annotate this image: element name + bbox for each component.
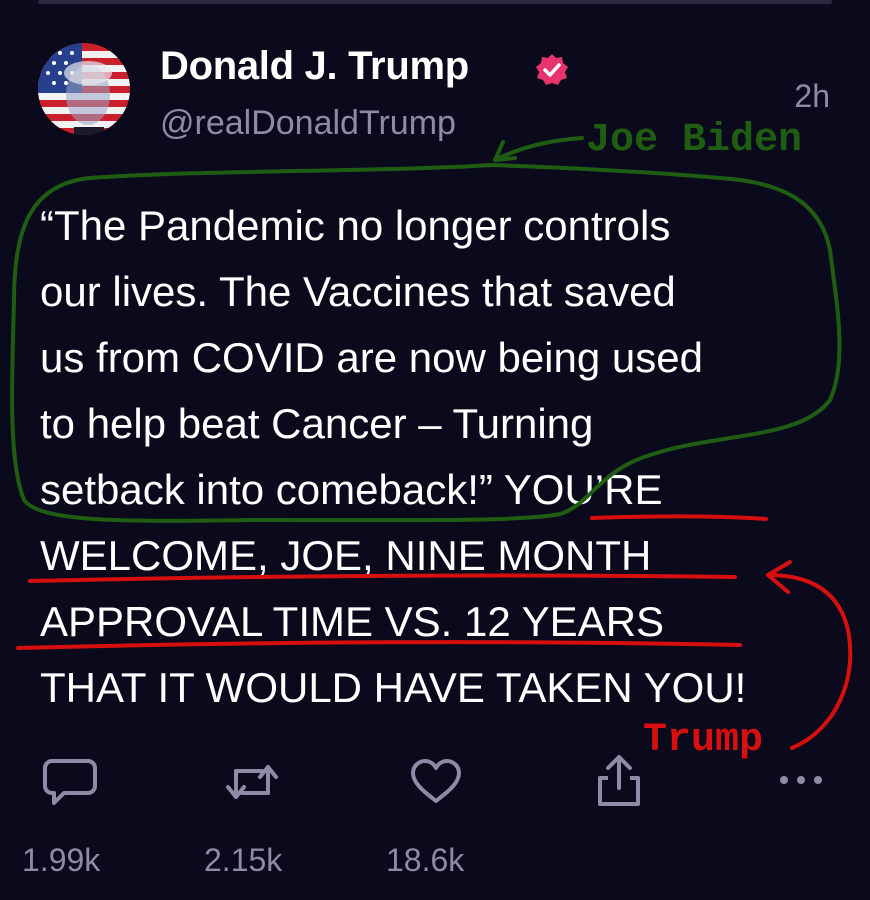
post-line: THAT IT WOULD HAVE TAKEN YOU! bbox=[40, 664, 747, 711]
repost-count: 2.15k bbox=[204, 842, 283, 878]
avatar[interactable] bbox=[38, 43, 130, 135]
user-handle[interactable]: @realDonaldTrump bbox=[160, 104, 456, 143]
reply-count: 1.99k bbox=[22, 842, 101, 878]
repost-icon[interactable] bbox=[222, 757, 282, 807]
post-timestamp[interactable]: 2h bbox=[794, 78, 830, 115]
share-icon[interactable] bbox=[594, 752, 644, 810]
post-line: us from COVID are now being used bbox=[40, 334, 703, 381]
green-arrow-annotation bbox=[493, 136, 584, 162]
display-name[interactable]: Donald J. Trump bbox=[160, 44, 469, 89]
post-line: APPROVAL TIME VS. 12 YEARS bbox=[40, 598, 665, 645]
annotation-label-trump: Trump bbox=[643, 718, 764, 763]
reply-icon[interactable] bbox=[42, 757, 98, 807]
top-divider bbox=[38, 0, 832, 4]
post-line: WELCOME, JOE, NINE MONTH bbox=[40, 532, 652, 579]
annotation-label-biden: Joe Biden bbox=[586, 118, 803, 163]
like-icon[interactable] bbox=[408, 757, 464, 807]
more-icon[interactable] bbox=[776, 772, 826, 788]
verified-badge-icon bbox=[534, 52, 570, 88]
post-line: to help beat Cancer – Turning bbox=[40, 400, 594, 447]
post-line: our lives. The Vaccines that saved bbox=[40, 268, 676, 315]
post-line: “The Pandemic no longer controls bbox=[40, 202, 671, 249]
like-count: 18.6k bbox=[386, 842, 465, 878]
post-line: setback into comeback!” YOU’RE bbox=[40, 466, 663, 513]
post-body: “The Pandemic no longer controls our liv… bbox=[40, 193, 840, 721]
